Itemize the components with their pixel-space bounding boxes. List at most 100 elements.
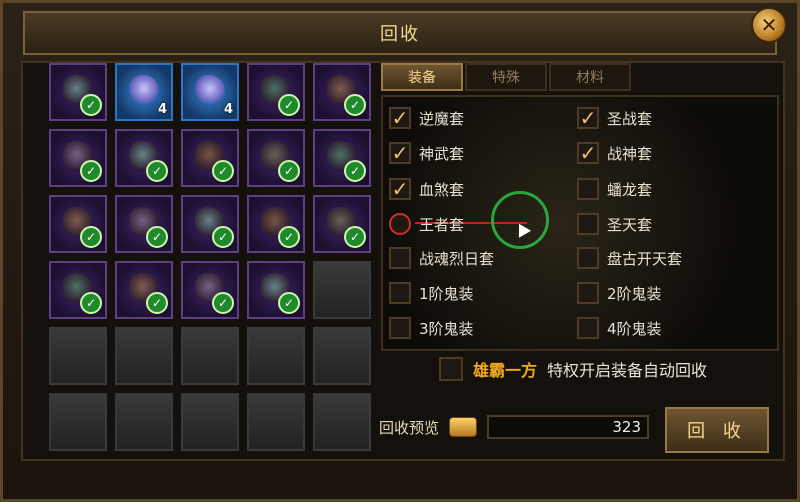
gold-ingot-icon — [449, 417, 478, 437]
equipment-option[interactable]: 4阶鬼装 — [577, 317, 662, 339]
title-bar: 回收 — [23, 11, 777, 55]
empty-slot[interactable] — [181, 327, 239, 385]
checkmark-icon: ✓ — [278, 226, 300, 248]
item-slot[interactable]: ✓ — [115, 261, 173, 319]
checked-checkbox[interactable]: ✓ — [577, 107, 599, 129]
checkbox[interactable] — [577, 213, 599, 235]
checkbox[interactable] — [577, 178, 599, 200]
close-icon[interactable]: ✕ — [751, 7, 787, 43]
equipment-option[interactable]: ✓ 战神套 — [577, 142, 652, 164]
checkmark-icon: ✓ — [80, 160, 102, 182]
item-slot[interactable]: ✓ — [49, 129, 107, 187]
item-slot[interactable]: ✓ — [247, 261, 305, 319]
checkbox[interactable] — [389, 213, 411, 235]
checkbox[interactable] — [577, 247, 599, 269]
equipment-option[interactable]: 盘古开天套 — [577, 247, 682, 269]
item-slot[interactable]: ✓ — [115, 129, 173, 187]
empty-slot[interactable] — [313, 393, 371, 451]
item-slot[interactable]: ✓ — [49, 195, 107, 253]
checkmark-icon: ✓ — [146, 160, 168, 182]
tab-bar: 装备 特殊 材料 — [381, 63, 631, 91]
privilege-checkbox[interactable] — [439, 357, 463, 381]
checkmark-icon: ✓ — [80, 226, 102, 248]
tab-special[interactable]: 特殊 — [465, 63, 547, 91]
option-label: 血煞套 — [419, 180, 465, 199]
empty-slot[interactable] — [115, 393, 173, 451]
option-label: 4阶鬼装 — [607, 319, 662, 338]
item-slot[interactable]: ✓ — [313, 195, 371, 253]
item-slot[interactable]: ✓ — [247, 195, 305, 253]
recycle-button[interactable]: 回 收 — [665, 407, 769, 453]
item-slot[interactable]: ✓ — [115, 195, 173, 253]
checked-checkbox[interactable]: ✓ — [389, 107, 411, 129]
checkbox[interactable] — [389, 317, 411, 339]
empty-slot[interactable] — [247, 393, 305, 451]
option-label: 2阶鬼装 — [607, 284, 662, 303]
option-label: 王者套 — [419, 215, 465, 234]
checked-checkbox[interactable]: ✓ — [389, 142, 411, 164]
option-label: 盘古开天套 — [607, 249, 683, 268]
equipment-item-icon — [129, 75, 159, 105]
item-slot[interactable]: ✓ — [247, 63, 305, 121]
item-slot[interactable]: ✓ — [247, 129, 305, 187]
empty-slot[interactable] — [49, 327, 107, 385]
empty-slot[interactable] — [313, 261, 371, 319]
equipment-option[interactable]: 1阶鬼装 — [389, 282, 474, 304]
equipment-option[interactable]: ✓ 逆魔套 — [389, 107, 464, 129]
preview-value: 323 — [612, 418, 642, 436]
option-label: 圣战套 — [607, 109, 653, 128]
checkbox[interactable] — [577, 282, 599, 304]
recycle-settings: 装备 特殊 材料 ✓ 逆魔套 ✓ 神武套 ✓ 血煞套王者套战魂烈日套 1阶鬼装 3阶鬼装 ✓ 圣战… — [379, 63, 781, 463]
equipment-option[interactable]: 战魂烈日套 — [389, 247, 494, 269]
option-label: 神武套 — [419, 144, 465, 163]
checkmark-icon: ✓ — [278, 160, 300, 182]
stack-count: 4 — [223, 102, 233, 117]
tab-equipment[interactable]: 装备 — [381, 63, 463, 91]
item-slot[interactable]: ✓ — [181, 129, 239, 187]
empty-slot[interactable] — [49, 393, 107, 451]
option-label: 蟠龙套 — [607, 180, 653, 199]
checkmark-icon: ✓ — [344, 160, 366, 182]
item-slot[interactable]: ✓ — [313, 63, 371, 121]
empty-slot[interactable] — [181, 393, 239, 451]
checkmark-icon: ✓ — [80, 292, 102, 314]
item-slot[interactable]: ✓ — [181, 261, 239, 319]
equipment-option[interactable]: 蟠龙套 — [577, 178, 652, 200]
checkbox[interactable] — [577, 317, 599, 339]
equipment-option[interactable]: 圣天套 — [577, 213, 652, 235]
item-slot[interactable]: ✓ — [313, 129, 371, 187]
window-title: 回收 — [380, 24, 420, 45]
item-slot[interactable]: ✓ — [49, 63, 107, 121]
equipment-option[interactable]: 2阶鬼装 — [577, 282, 662, 304]
checked-checkbox[interactable]: ✓ — [577, 142, 599, 164]
empty-slot[interactable] — [115, 327, 173, 385]
checkmark-icon: ✓ — [80, 94, 102, 116]
checkmark-icon: ✓ — [278, 292, 300, 314]
tab-materials[interactable]: 材料 — [549, 63, 631, 91]
main-panel: ✓ 4 4 ✓ ✓ ✓ ✓ ✓ ✓ ✓ ✓ ✓ ✓ ✓ ✓ ✓ ✓ ✓ ✓ 装备 特殊 材料 ✓ 逆魔套 ✓ 神武套 ✓ 血煞… — [21, 61, 785, 461]
empty-slot[interactable] — [247, 327, 305, 385]
checkbox[interactable] — [389, 247, 411, 269]
option-label: 1阶鬼装 — [419, 284, 474, 303]
empty-slot[interactable] — [313, 327, 371, 385]
equipment-item-icon — [195, 75, 225, 105]
option-label: 逆魔套 — [419, 109, 465, 128]
equipment-option[interactable]: ✓ 圣战套 — [577, 107, 652, 129]
checked-checkbox[interactable]: ✓ — [389, 178, 411, 200]
option-label: 战魂烈日套 — [419, 249, 495, 268]
checkmark-icon: ✓ — [344, 226, 366, 248]
equipment-option[interactable]: 王者套 — [389, 213, 464, 235]
inventory-grid: ✓ 4 4 ✓ ✓ ✓ ✓ ✓ ✓ ✓ ✓ ✓ ✓ ✓ ✓ ✓ ✓ ✓ ✓ — [49, 63, 379, 463]
item-slot[interactable]: 4 — [115, 63, 173, 121]
item-slot[interactable]: ✓ — [49, 261, 107, 319]
equipment-checklist: ✓ 逆魔套 ✓ 神武套 ✓ 血煞套 王者套 战魂烈日套 1阶鬼装 3阶鬼装 ✓ 圣战套 ✓ 战神套 蟠龙套圣… — [381, 95, 779, 351]
focus-ring — [491, 191, 549, 249]
item-slot[interactable]: 4 — [181, 63, 239, 121]
equipment-option[interactable]: 3阶鬼装 — [389, 317, 474, 339]
checkbox[interactable] — [389, 282, 411, 304]
checkmark-icon: ✓ — [212, 292, 234, 314]
equipment-option[interactable]: ✓ 神武套 — [389, 142, 464, 164]
option-label: 战神套 — [607, 144, 653, 163]
equipment-option[interactable]: ✓ 血煞套 — [389, 178, 464, 200]
item-slot[interactable]: ✓ — [181, 195, 239, 253]
